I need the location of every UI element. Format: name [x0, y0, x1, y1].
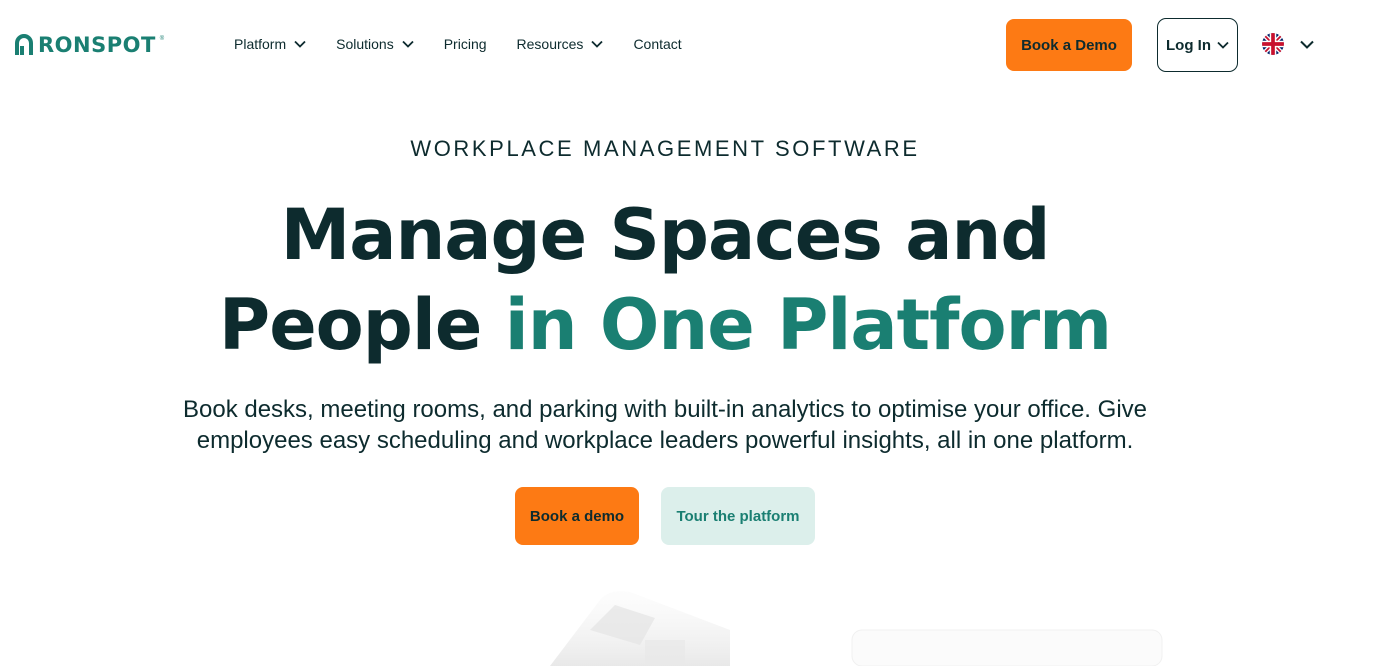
headline-line2: People [218, 284, 505, 366]
subtitle-line2: employees easy scheduling and workplace … [196, 427, 1134, 454]
nav-item-label: Pricing [443, 36, 487, 52]
hero-eyebrow: WORKPLACE MANAGEMENT SOFTWARE [410, 136, 920, 161]
chevron-down-icon [294, 40, 306, 48]
chevron-down-icon [591, 40, 604, 48]
headline-line1: Manage Spaces and [280, 194, 1051, 276]
chevron-down-icon [1300, 40, 1314, 49]
main-nav: Platform Solutions Pricing Resources Con… [234, 36, 712, 52]
nav-item-platform[interactable]: Platform [234, 36, 306, 52]
book-demo-button[interactable]: Book a Demo [1006, 19, 1132, 71]
login-label: Log In [1166, 36, 1211, 54]
nav-item-label: Resources [516, 36, 584, 52]
hero-product-image [550, 591, 1163, 666]
nav-item-pricing[interactable]: Pricing [444, 36, 487, 52]
nav-item-contact[interactable]: Contact [633, 36, 681, 52]
hero-subtitle: Book desks, meeting rooms, and parking w… [0, 394, 1330, 456]
book-demo-cta-button[interactable]: Book a demo [515, 487, 639, 545]
nav-item-resources[interactable]: Resources [517, 36, 604, 52]
headline-accent: in One Platform [504, 284, 1112, 366]
subtitle-line1: Book desks, meeting rooms, and parking w… [182, 396, 1147, 423]
logo-mark-icon [15, 34, 33, 55]
ronspot-logo[interactable]: RONSPOT ® [14, 33, 164, 57]
tour-platform-button[interactable]: Tour the platform [661, 487, 815, 545]
chevron-down-icon [1217, 41, 1229, 49]
login-button[interactable]: Log In [1157, 18, 1238, 72]
site-header: RONSPOT ® Platform Solutions Pricing Res… [0, 0, 1374, 90]
logo-text: RONSPOT [38, 33, 156, 57]
language-selector[interactable] [1262, 33, 1314, 55]
nav-item-label: Solutions [336, 36, 394, 52]
hero-headline: Manage Spaces and People in One Platform [0, 190, 1330, 370]
logo-registered-mark: ® [159, 36, 165, 42]
nav-item-label: Platform [234, 36, 287, 52]
nav-item-label: Contact [633, 36, 682, 52]
uk-flag-icon [1262, 33, 1284, 55]
chevron-down-icon [402, 40, 414, 48]
nav-item-solutions[interactable]: Solutions [336, 36, 414, 52]
